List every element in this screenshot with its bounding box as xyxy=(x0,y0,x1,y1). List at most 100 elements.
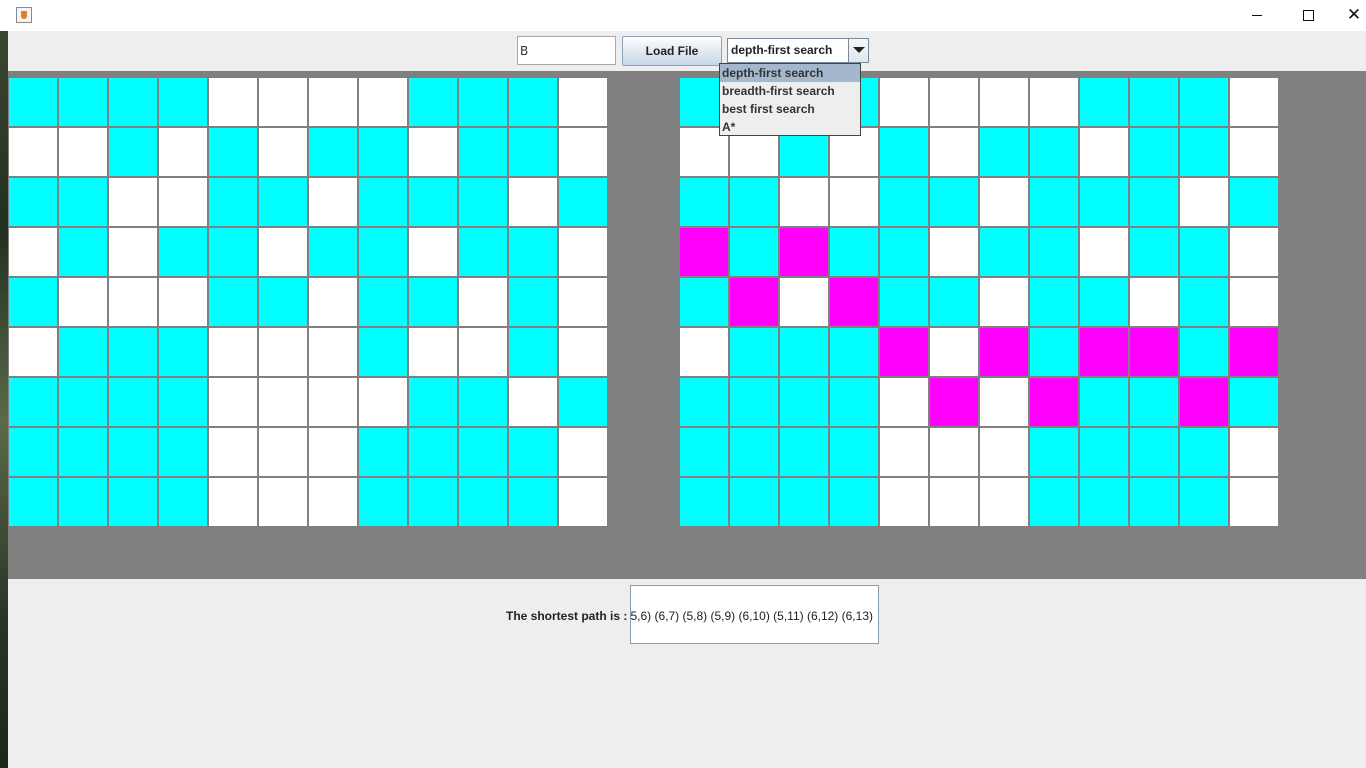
open-cell xyxy=(57,126,108,177)
maximize-button[interactable] xyxy=(1285,0,1331,31)
wall-cell xyxy=(1178,426,1229,477)
open-cell xyxy=(307,476,358,527)
open-cell xyxy=(307,326,358,377)
wall-cell xyxy=(1078,276,1129,327)
wall-cell xyxy=(1028,326,1079,377)
open-cell xyxy=(407,326,458,377)
wall-cell xyxy=(157,376,208,427)
algorithm-option[interactable]: A* xyxy=(720,118,860,136)
wall-cell xyxy=(457,76,508,127)
open-cell xyxy=(307,376,358,427)
solved-maze-grid xyxy=(678,76,1279,527)
wall-cell xyxy=(828,426,879,477)
wall-cell xyxy=(828,376,879,427)
open-cell xyxy=(878,76,929,127)
load-file-button[interactable]: Load File xyxy=(622,36,722,66)
open-cell xyxy=(307,426,358,477)
open-cell xyxy=(207,476,258,527)
wall-cell xyxy=(207,226,258,277)
algorithm-option[interactable]: breadth-first search xyxy=(720,82,860,100)
open-cell xyxy=(257,126,308,177)
algorithm-option[interactable]: depth-first search xyxy=(720,64,860,82)
wall-cell xyxy=(1228,176,1279,227)
open-cell xyxy=(107,276,158,327)
wall-cell xyxy=(57,376,108,427)
open-cell xyxy=(157,176,208,227)
minimize-button[interactable] xyxy=(1234,0,1280,31)
maximize-icon xyxy=(1302,10,1314,21)
wall-cell xyxy=(728,176,779,227)
wall-cell xyxy=(778,426,829,477)
wall-cell xyxy=(107,326,158,377)
wall-cell xyxy=(507,226,558,277)
wall-cell xyxy=(107,376,158,427)
wall-cell xyxy=(1078,426,1129,477)
open-cell xyxy=(407,126,458,177)
open-cell xyxy=(257,326,308,377)
open-cell xyxy=(878,476,929,527)
open-cell xyxy=(207,376,258,427)
maze-board xyxy=(7,71,1366,579)
wall-cell xyxy=(57,176,108,227)
wall-cell xyxy=(1128,376,1179,427)
wall-cell xyxy=(928,276,979,327)
wall-cell xyxy=(828,326,879,377)
wall-cell xyxy=(1178,226,1229,277)
wall-cell xyxy=(1178,326,1229,377)
wall-cell xyxy=(7,276,58,327)
shortest-path-field[interactable]: (5,6) (6,7) (5,8) (5,9) (6,10) (5,11) (6… xyxy=(630,585,879,644)
open-cell xyxy=(257,226,308,277)
wall-cell xyxy=(157,476,208,527)
open-cell xyxy=(978,76,1029,127)
open-cell xyxy=(7,126,58,177)
wall-cell xyxy=(457,176,508,227)
wall-cell xyxy=(357,126,408,177)
open-cell xyxy=(1228,426,1279,477)
open-cell xyxy=(7,326,58,377)
wall-cell xyxy=(928,176,979,227)
wall-cell xyxy=(457,126,508,177)
shortest-path-value: (5,6) (6,7) (5,8) (5,9) (6,10) (5,11) (6… xyxy=(630,609,873,623)
wall-cell xyxy=(1228,376,1279,427)
wall-cell xyxy=(407,76,458,127)
open-cell xyxy=(928,426,979,477)
open-cell xyxy=(107,226,158,277)
open-cell xyxy=(407,226,458,277)
wall-cell xyxy=(357,276,408,327)
wall-cell xyxy=(678,276,729,327)
algorithm-dropdown-list: depth-first search breadth-first search be… xyxy=(719,63,861,136)
wall-cell xyxy=(507,326,558,377)
wall-cell xyxy=(1028,126,1079,177)
wall-cell xyxy=(978,226,1029,277)
wall-cell xyxy=(728,226,779,277)
chevron-down-icon[interactable] xyxy=(848,39,868,62)
open-cell xyxy=(878,426,929,477)
wall-cell xyxy=(778,476,829,527)
open-cell xyxy=(978,176,1029,227)
wall-cell xyxy=(107,76,158,127)
wall-cell xyxy=(557,176,608,227)
open-cell xyxy=(778,176,829,227)
close-button[interactable]: ✕ xyxy=(1331,0,1366,31)
algorithm-option[interactable]: best first search xyxy=(720,100,860,118)
open-cell xyxy=(1228,126,1279,177)
open-cell xyxy=(207,426,258,477)
wall-cell xyxy=(407,276,458,327)
file-name-input[interactable] xyxy=(517,36,616,65)
path-cell xyxy=(878,326,929,377)
algorithm-select[interactable]: depth-first search xyxy=(727,38,869,63)
open-cell xyxy=(557,476,608,527)
wall-cell xyxy=(307,226,358,277)
wall-cell xyxy=(1178,276,1229,327)
open-cell xyxy=(157,126,208,177)
wall-cell xyxy=(7,376,58,427)
wall-cell xyxy=(7,176,58,227)
wall-cell xyxy=(1078,476,1129,527)
wall-cell xyxy=(457,476,508,527)
open-cell xyxy=(157,276,208,327)
wall-cell xyxy=(357,176,408,227)
open-cell xyxy=(307,276,358,327)
wall-cell xyxy=(728,426,779,477)
path-cell xyxy=(928,376,979,427)
wall-cell xyxy=(678,476,729,527)
